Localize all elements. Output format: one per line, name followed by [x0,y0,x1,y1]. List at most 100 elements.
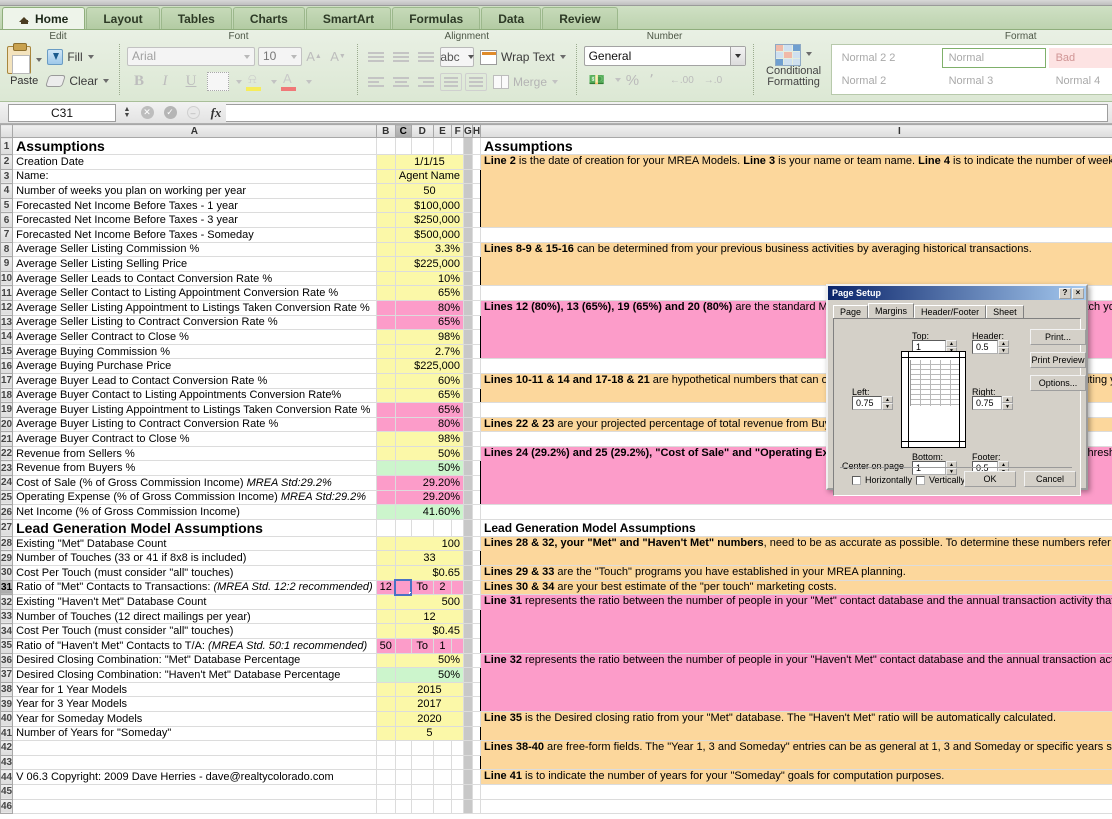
label-cell[interactable]: Revenue from Buyers % [13,461,377,476]
cell-h[interactable] [472,755,480,770]
bottom-margin-input[interactable]: 1 [912,461,946,475]
ratio-pad-cell[interactable] [452,580,464,595]
empty-cell[interactable] [376,799,395,814]
row-header-28[interactable]: 28 [1,536,13,551]
label-cell[interactable]: Average Buyer Lead to Contact Conversion… [13,373,377,388]
spacer-cell[interactable] [376,388,395,403]
split-bar[interactable] [464,446,473,461]
ribbon-tab-formulas[interactable]: Formulas [392,7,480,29]
row-header-43[interactable]: 43 [1,755,13,770]
instruction-note-n11[interactable]: Line 32 represents the ratio between the… [481,653,1112,711]
cell-h[interactable] [472,476,480,491]
ribbon-tab-review[interactable]: Review [542,7,617,29]
value-cell[interactable]: 50% [395,461,463,476]
name-box[interactable]: C31 [8,104,116,122]
split-bar[interactable] [464,403,473,418]
row-header-41[interactable]: 41 [1,726,13,741]
spreadsheet-grid[interactable]: ABCDEFGHIJK1AssumptionsAssumptionsFor be… [0,124,1112,819]
column-header-i[interactable]: I [481,125,1112,138]
label-cell[interactable]: Number of weeks you plan on working per … [13,184,377,199]
label-cell[interactable]: Year for Someday Models [13,711,377,726]
style-normal[interactable]: Normal [942,48,1046,68]
options-button[interactable]: Options... [1030,375,1086,391]
row-header-13[interactable]: 13 [1,315,13,330]
label-cell[interactable]: Cost Per Touch (must consider "all" touc… [13,566,377,581]
cell-h[interactable] [472,227,480,242]
value-cell[interactable]: 29.20% [395,490,463,505]
split-bar[interactable] [464,653,473,668]
label-cell[interactable]: Average Seller Listing Appointment to Li… [13,300,377,315]
ratio-to-cell[interactable]: To [411,580,433,595]
column-header-g[interactable]: G [464,125,473,138]
cell-h[interactable] [472,155,480,170]
spacer-cell[interactable] [376,286,395,301]
split-bar[interactable] [464,388,473,403]
align-middle-button[interactable] [390,48,412,66]
cell-h[interactable] [472,697,480,712]
label-cell[interactable]: Net Income (% of Gross Commission Income… [13,505,377,520]
column-header-a[interactable]: A [13,125,377,138]
empty-cell[interactable] [433,799,451,814]
split-bar[interactable] [464,755,473,770]
spacer-cell[interactable] [376,169,395,184]
spacer-cell[interactable] [376,490,395,505]
row-header-35[interactable]: 35 [1,639,13,654]
value-cell[interactable]: 65% [395,388,463,403]
font-color-button[interactable]: A [279,72,299,92]
cell-h[interactable] [472,490,480,505]
empty-cell[interactable] [395,784,411,799]
value-cell[interactable]: 80% [395,300,463,315]
print-button[interactable]: Print... [1030,329,1086,345]
cell-h[interactable] [472,595,480,610]
row-header-15[interactable]: 15 [1,344,13,359]
empty-cell[interactable] [433,138,451,155]
split-bar[interactable] [464,344,473,359]
label-cell[interactable]: Existing "Haven't Met" Database Count [13,595,377,610]
chevron-down-icon[interactable] [103,79,109,83]
empty-cell[interactable] [376,519,395,536]
label-cell[interactable]: Forecasted Net Income Before Taxes - 1 y… [13,198,377,213]
label-cell[interactable]: Average Buyer Contact to Listing Appoint… [13,388,377,403]
empty-cell[interactable] [376,770,395,785]
instruction-note-n10[interactable]: Line 31 represents the ratio between the… [481,595,1112,653]
split-bar[interactable] [464,198,473,213]
cell-h[interactable] [472,198,480,213]
header-margin-input[interactable]: 0.5 [972,340,998,354]
row-header-17[interactable]: 17 [1,373,13,388]
row-header-19[interactable]: 19 [1,403,13,418]
cell-h[interactable] [472,213,480,228]
value-cell[interactable]: 98% [395,330,463,345]
row-header-37[interactable]: 37 [1,668,13,683]
spacer-cell[interactable] [376,536,395,551]
increase-font-size-button[interactable]: A▲ [302,46,326,67]
label-cell[interactable]: Year for 3 Year Models [13,697,377,712]
column-header-d[interactable]: D [411,125,433,138]
print-preview-button[interactable]: Print Preview [1030,352,1086,368]
row-header-5[interactable]: 5 [1,198,13,213]
spacer-cell[interactable] [376,432,395,447]
spacer-cell[interactable] [376,653,395,668]
value-cell[interactable]: 10% [395,271,463,286]
wrap-text-button[interactable]: Wrap Text [477,49,569,66]
page-setup-dialog[interactable]: Page Setup ? × Page Margins Header/Foote… [826,284,1088,490]
cell-h[interactable] [472,271,480,286]
value-cell[interactable]: 2017 [395,697,463,712]
align-center-button[interactable] [390,73,412,91]
cell-h[interactable] [472,403,480,418]
split-bar[interactable] [464,799,473,814]
spacer-cell[interactable] [376,271,395,286]
cell-h[interactable] [472,726,480,741]
cell-i[interactable] [481,505,1112,520]
cell-h[interactable] [472,184,480,199]
value-cell[interactable]: 80% [395,417,463,432]
cell-h[interactable] [472,286,480,301]
split-bar[interactable] [464,417,473,432]
column-header-c[interactable]: C [395,125,411,138]
ribbon-tab-smartart[interactable]: SmartArt [306,7,391,29]
row-header-7[interactable]: 7 [1,227,13,242]
cell-h[interactable] [472,653,480,668]
split-bar[interactable] [464,784,473,799]
spacer-cell[interactable] [376,242,395,257]
ratio-to-cell[interactable]: To [411,639,433,654]
bottom-margin-spinner[interactable]: ▲▼ [946,461,957,475]
